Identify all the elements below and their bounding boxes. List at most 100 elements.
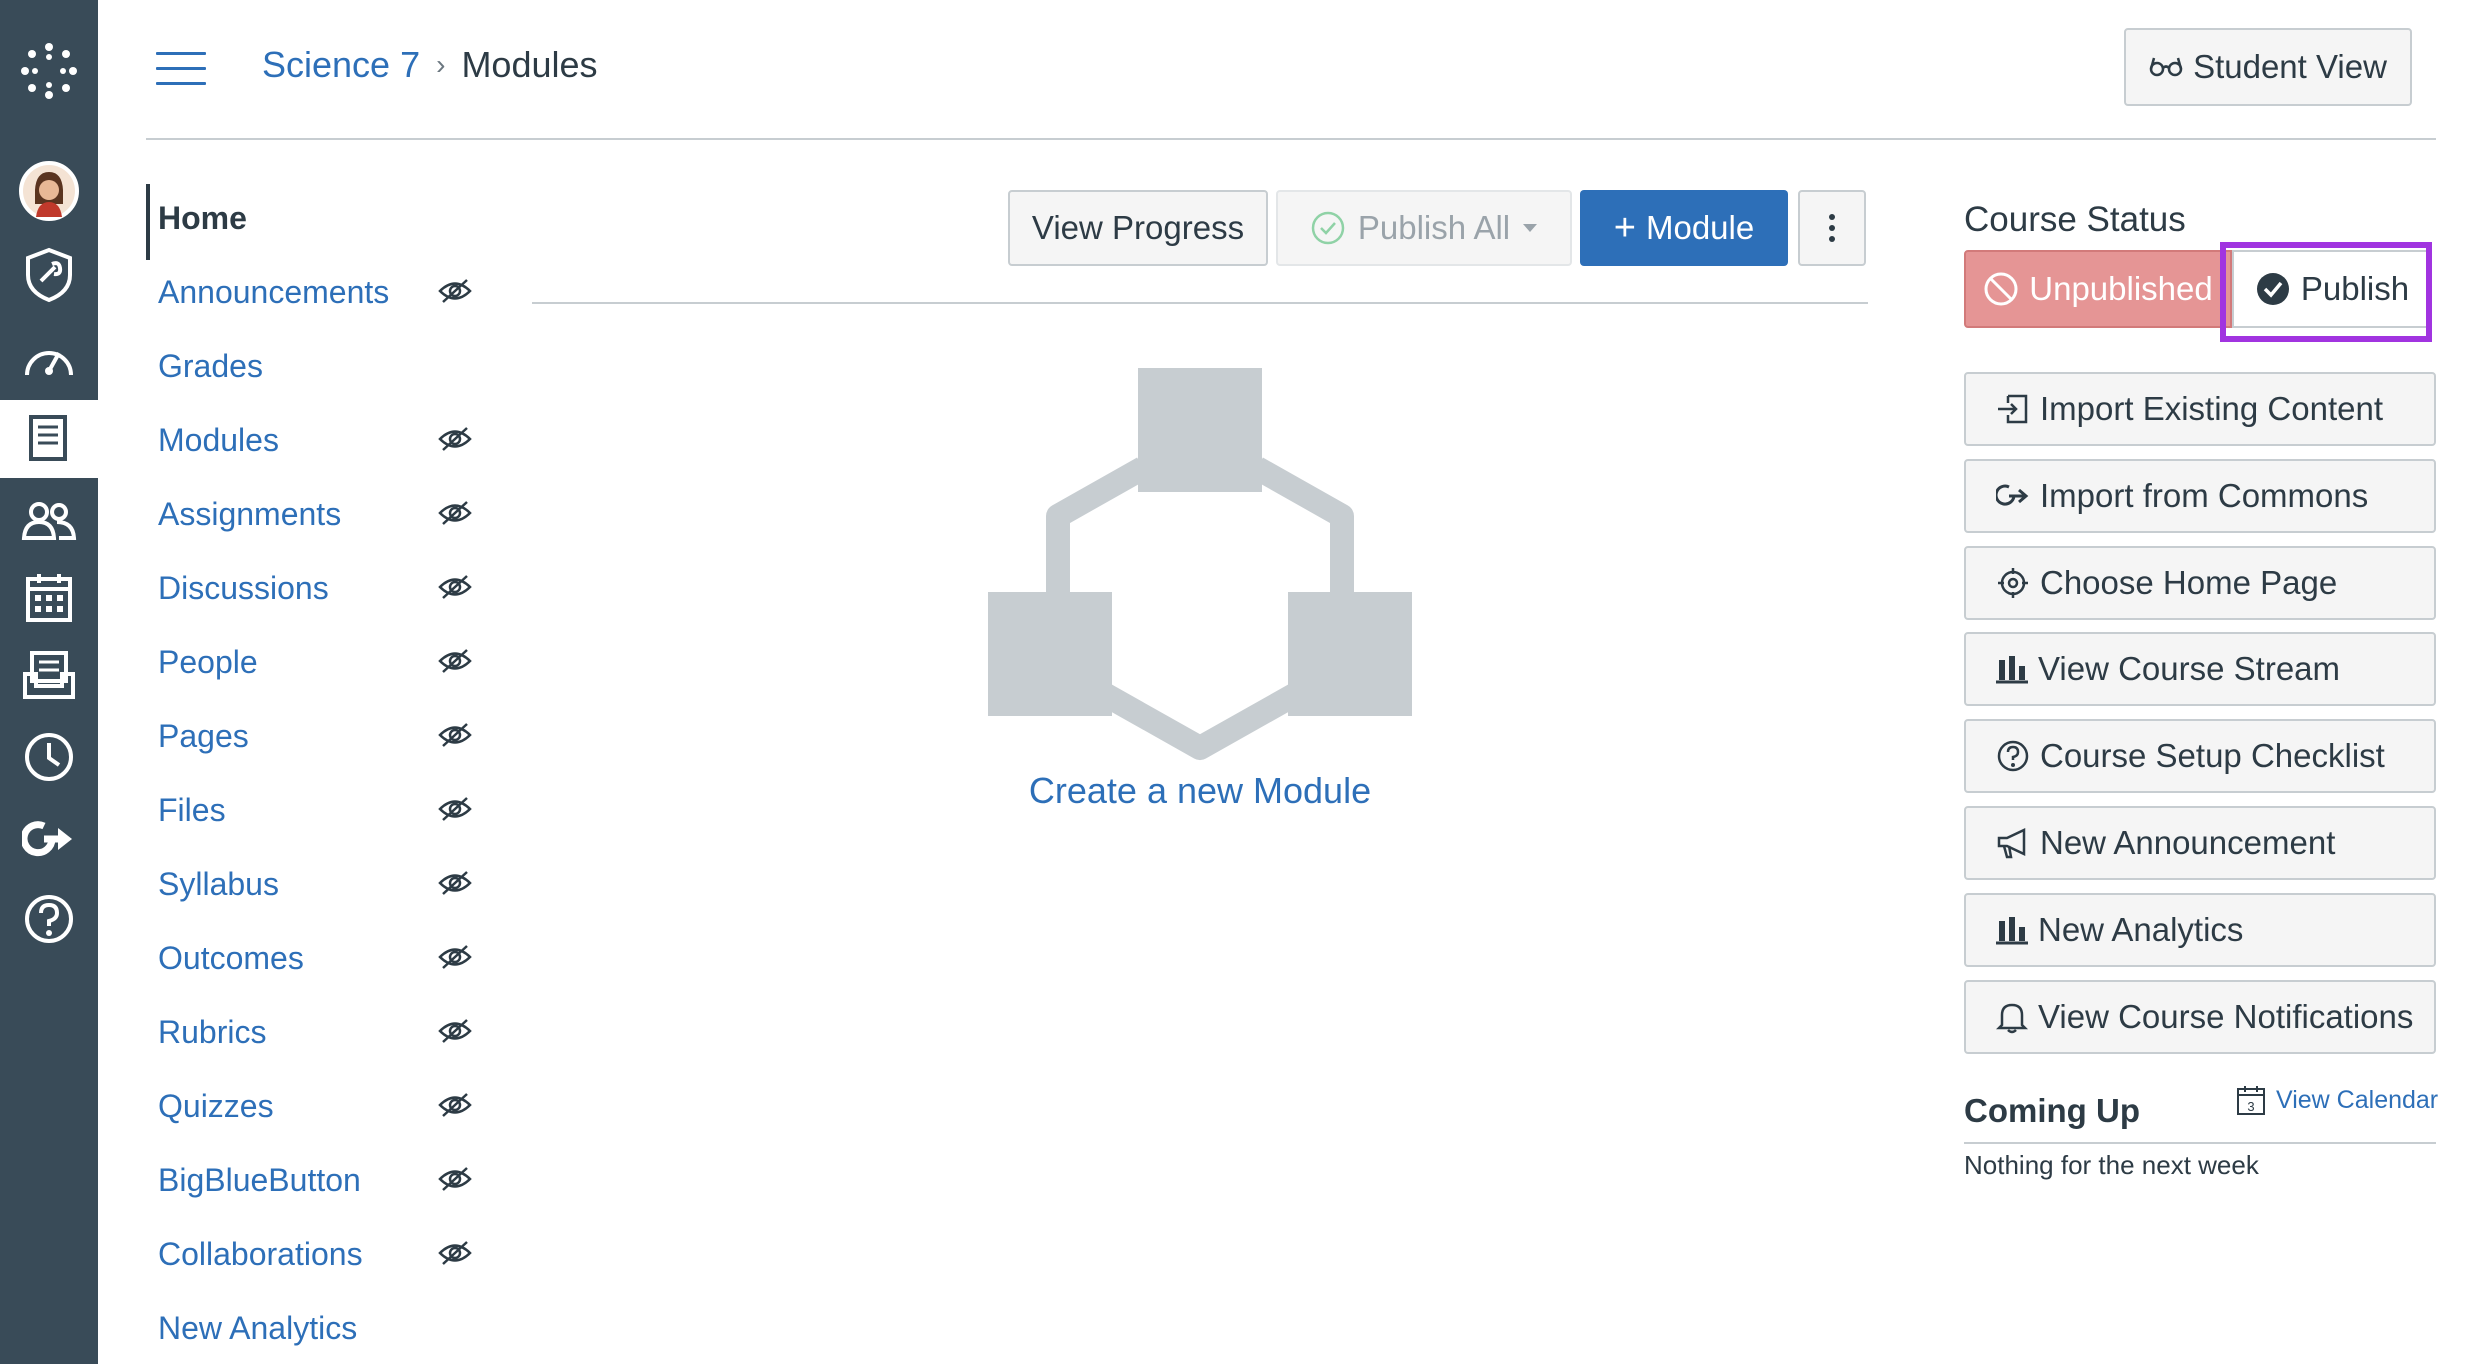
hidden-from-students-icon — [438, 722, 472, 753]
breadcrumb-course-link[interactable]: Science 7 — [262, 44, 420, 86]
new-announcement-button[interactable]: New Announcement — [1964, 806, 2436, 880]
analytics-icon — [1996, 915, 2028, 945]
hidden-from-students-icon — [438, 648, 472, 679]
course-nav-label: Pages — [158, 717, 249, 754]
course-nav-label: Grades — [158, 347, 263, 384]
commons-icon — [1996, 481, 2030, 511]
hidden-from-students-icon — [438, 574, 472, 605]
view-progress-label: View Progress — [1031, 209, 1245, 246]
import-from-commons-button[interactable]: Import from Commons — [1964, 458, 2436, 533]
publish-all-button[interactable]: Publish All — [1276, 190, 1572, 266]
toolbar-divider — [532, 302, 1868, 304]
inbox-icon[interactable] — [0, 636, 98, 714]
logo-icon[interactable] — [0, 32, 98, 110]
hidden-from-students-icon — [438, 1092, 472, 1123]
course-nav-label: Rubrics — [158, 1013, 267, 1050]
course-nav-label: People — [158, 643, 258, 680]
calendar-day-number: 3 — [2247, 1099, 2254, 1114]
course-nav-label: Announcements — [158, 273, 390, 310]
action-label: View Course Notifications — [2038, 997, 2414, 1035]
action-label: Import from Commons — [2040, 476, 2369, 514]
dashboard-icon[interactable] — [0, 320, 98, 398]
coming-up-heading: Coming Up — [1964, 1092, 2140, 1129]
course-nav-label: New Analytics — [158, 1309, 358, 1346]
coming-up-divider — [1964, 1142, 2436, 1144]
hidden-from-students-icon — [438, 1018, 472, 1049]
history-icon[interactable] — [0, 718, 98, 796]
modules-placeholder-icon — [988, 368, 1412, 771]
action-label: Choose Home Page — [2040, 563, 2338, 601]
add-module-button[interactable]: + Module — [1580, 190, 1788, 266]
course-nav-item-collaborations[interactable]: Collaborations — [146, 1224, 486, 1284]
view-progress-button[interactable]: View Progress — [1008, 190, 1268, 266]
unpublished-button[interactable]: Unpublished — [1964, 250, 2232, 328]
course-setup-checklist-button[interactable]: Course Setup Checklist — [1964, 719, 2436, 794]
action-label: Course Setup Checklist — [2040, 737, 2385, 775]
breadcrumb-current-page: Modules — [461, 44, 598, 85]
commons-icon[interactable] — [0, 800, 98, 878]
course-nav-label: BigBlueButton — [158, 1161, 361, 1198]
course-nav-label: Collaborations — [158, 1235, 363, 1272]
no-entry-icon — [1984, 272, 2018, 306]
course-menu-toggle[interactable] — [156, 52, 206, 86]
courses-icon[interactable] — [0, 400, 98, 478]
add-module-label: Module — [1645, 209, 1755, 246]
hidden-from-students-icon — [438, 426, 472, 457]
calendar-icon[interactable] — [0, 558, 98, 636]
account-avatar[interactable] — [0, 152, 98, 230]
import-existing-content-button[interactable]: Import Existing Content — [1964, 372, 2436, 446]
student-view-button[interactable]: Student View — [2124, 28, 2412, 106]
course-nav-item-quizzes[interactable]: Quizzes — [146, 1076, 486, 1136]
view-course-notifications-button[interactable]: View Course Notifications — [1964, 979, 2436, 1054]
course-nav-item-syllabus[interactable]: Syllabus — [146, 854, 486, 914]
view-course-stream-button[interactable]: View Course Stream — [1964, 632, 2436, 707]
hidden-from-students-icon — [438, 278, 472, 309]
calendar-icon: 3 — [2237, 1086, 2265, 1115]
course-nav-item-assignments[interactable]: Assignments — [146, 484, 486, 544]
hidden-from-students-icon — [438, 1166, 472, 1197]
action-label: New Announcement — [2040, 824, 2336, 861]
course-nav-item-grades[interactable]: Grades — [146, 336, 486, 396]
course-nav-item-announcements[interactable]: Announcements — [146, 262, 486, 322]
glasses-icon — [2149, 57, 2183, 77]
course-nav-item-outcomes[interactable]: Outcomes — [146, 928, 486, 988]
megaphone-icon — [1996, 827, 2030, 859]
course-nav-item-modules[interactable]: Modules — [146, 410, 486, 470]
groups-icon[interactable] — [0, 482, 98, 560]
hidden-from-students-icon — [438, 500, 472, 531]
chevron-down-icon — [1523, 224, 1538, 232]
course-nav-item-people[interactable]: People — [146, 632, 486, 692]
course-nav-label: Syllabus — [158, 865, 279, 902]
global-nav — [0, 0, 98, 1364]
breadcrumb: Science 7 › Modules — [262, 44, 598, 86]
action-label: View Course Stream — [2038, 650, 2341, 688]
new-analytics-button[interactable]: New Analytics — [1964, 892, 2436, 967]
course-nav-label: Files — [158, 791, 226, 828]
course-nav-item-rubrics[interactable]: Rubrics — [146, 1002, 486, 1062]
course-nav-item-discussions[interactable]: Discussions — [146, 558, 486, 618]
course-nav-item-bigbluebutton[interactable]: BigBlueButton — [146, 1150, 486, 1210]
course-nav-item-pages[interactable]: Pages — [146, 706, 486, 766]
publish-highlight-annotation — [2220, 242, 2432, 342]
import-icon — [1996, 392, 2030, 426]
course-nav-item-new-analytics[interactable]: New Analytics — [146, 1298, 486, 1358]
publish-all-label: Publish All — [1357, 209, 1511, 246]
create-new-module-link[interactable]: Create a new Module — [930, 770, 1470, 812]
course-nav-label: Assignments — [158, 495, 342, 532]
hidden-from-students-icon — [438, 1240, 472, 1271]
choose-home-page-button[interactable]: Choose Home Page — [1964, 545, 2436, 620]
hidden-from-students-icon — [438, 944, 472, 975]
course-nav-item-home[interactable]: Home — [146, 184, 486, 260]
action-label: Import Existing Content — [2040, 390, 2383, 427]
more-options-button[interactable] — [1798, 190, 1866, 266]
course-nav-label: Discussions — [158, 569, 329, 606]
view-calendar-link[interactable]: 3 View Calendar — [2236, 1084, 2438, 1116]
action-label: New Analytics — [2038, 910, 2244, 948]
hidden-from-students-icon — [438, 796, 472, 827]
course-status-heading: Course Status — [1964, 200, 2186, 239]
admin-icon[interactable] — [0, 236, 98, 314]
course-nav-item-files[interactable]: Files — [146, 780, 486, 840]
student-view-label: Student View — [2193, 48, 2387, 85]
help-icon[interactable] — [0, 880, 98, 958]
plus-icon: + — [1613, 206, 1636, 249]
